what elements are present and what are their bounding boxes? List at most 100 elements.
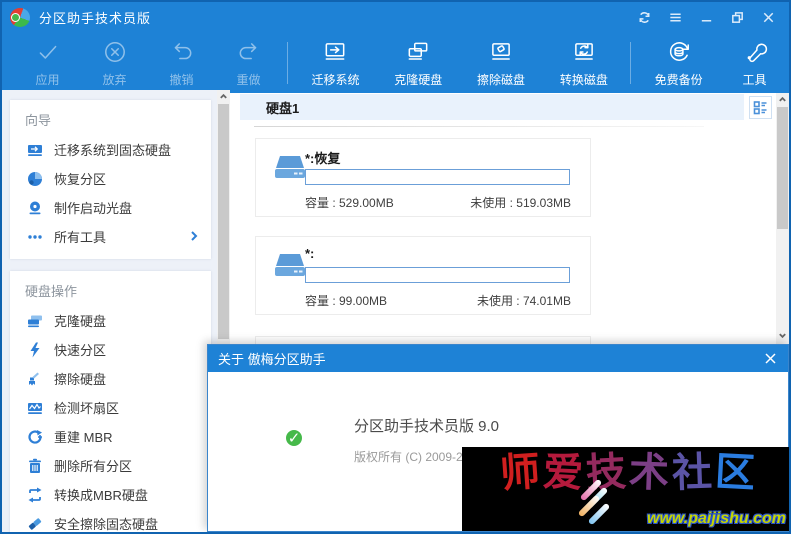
secure-erase-icon — [27, 516, 43, 532]
bad-sector-icon — [27, 400, 43, 416]
dialog-title: 关于 傲梅分区助手 — [218, 349, 326, 368]
wipe-disk-button[interactable]: 擦除磁盘 — [460, 34, 543, 88]
window-controls — [636, 9, 781, 26]
sidebar-item-label: 安全擦除固态硬盘 — [54, 514, 158, 533]
wipe-disk-label: 擦除磁盘 — [477, 71, 525, 88]
scrollbar-thumb[interactable] — [777, 107, 788, 229]
convert-disk-button[interactable]: 转换磁盘 — [542, 34, 625, 88]
apply-button[interactable]: 应用 — [14, 34, 81, 88]
boot-disc-icon — [27, 200, 43, 216]
clone-disk-icon — [405, 39, 431, 68]
migrate-system-disk-icon — [322, 39, 348, 68]
discard-label: 放弃 — [103, 71, 127, 88]
sidebar-item-migrate-ssd[interactable]: 迁移系统到固态硬盘 — [10, 135, 211, 164]
minimize-icon[interactable] — [698, 9, 715, 26]
sidebar-item-clone-disk[interactable]: 克隆硬盘 — [10, 306, 211, 335]
clone-disk-icon — [27, 313, 43, 329]
partition-card[interactable]: *: 容量 : 99.00MB 未使用 : 74.01MB — [255, 236, 591, 315]
sidebar-item-delete-all-partitions[interactable]: 删除所有分区 — [10, 451, 211, 480]
scroll-up-arrow[interactable] — [217, 90, 230, 103]
app-logo-icon — [10, 8, 30, 27]
redo-button[interactable]: 重做 — [215, 34, 282, 88]
chevron-right-icon — [188, 230, 200, 242]
convert-disk-label: 转换磁盘 — [560, 71, 608, 88]
toolbar-separator — [630, 42, 631, 84]
migrate-system-button[interactable]: 迁移系统 — [294, 34, 377, 88]
migrate-ssd-icon — [27, 142, 43, 158]
discard-button[interactable]: 放弃 — [81, 34, 148, 88]
disk-header: 硬盘1 — [240, 94, 744, 120]
scroll-up-arrow[interactable] — [776, 93, 789, 106]
watermark-char: 社 — [671, 450, 713, 495]
sidebar-item-label: 快速分区 — [54, 340, 106, 359]
logo-check-badge: ✓ — [283, 427, 305, 449]
sidebar-item-label: 制作启动光盘 — [54, 198, 132, 217]
partition-unused: 未使用 : 74.01MB — [477, 292, 571, 309]
sidebar-item-rebuild-mbr[interactable]: 重建 MBR — [10, 422, 211, 451]
partition-capacity: 容量 : 99.00MB — [305, 292, 387, 309]
watermark-char: 术 — [628, 450, 670, 495]
watermark-url: www.paijishu.com — [647, 510, 786, 528]
sidebar-item-label: 迁移系统到固态硬盘 — [54, 140, 171, 159]
sidebar-item-check-bad-sectors[interactable]: 检测坏扇区 — [10, 393, 211, 422]
lightning-icon — [27, 342, 43, 358]
sidebar-section-wizard: 向导 迁移系统到固态硬盘 恢复分区 制作启动光盘 所有工具 — [10, 100, 211, 259]
partition-usage-bar — [305, 169, 570, 185]
view-toggle-button[interactable] — [749, 96, 772, 119]
convert-arrows-icon — [27, 487, 43, 503]
apply-label: 应用 — [36, 71, 60, 88]
dialog-close-icon[interactable] — [762, 351, 778, 367]
convert-disk-icon — [571, 39, 597, 68]
partition-usage-bar — [305, 267, 570, 283]
toolbar: 应用 放弃 撤销 重做 迁移系统 克隆硬盘 擦除磁盘 转换磁盘 — [2, 32, 789, 90]
tools-label: 工具 — [743, 71, 767, 88]
tools-button[interactable]: 工具 — [720, 34, 789, 88]
rebuild-mbr-icon — [27, 429, 43, 445]
sidebar-item-convert-to-mbr[interactable]: 转换成MBR硬盘 — [10, 480, 211, 509]
sidebar-item-secure-erase-ssd[interactable]: 安全擦除固态硬盘 — [10, 509, 211, 534]
refresh-icon[interactable] — [636, 9, 653, 26]
clone-disk-button[interactable]: 克隆硬盘 — [377, 34, 460, 88]
app-window: 分区助手技术员版 应用 放弃 — [0, 0, 791, 534]
sidebar-item-label: 擦除硬盘 — [54, 369, 106, 388]
product-logo-icon: ✓ — [282, 416, 338, 468]
sidebar-item-quick-partition[interactable]: 快速分区 — [10, 335, 211, 364]
free-backup-label: 免费备份 — [655, 71, 703, 88]
free-backup-button[interactable]: 免费备份 — [637, 34, 720, 88]
scroll-down-arrow[interactable] — [776, 329, 789, 342]
sidebar-item-wipe-disk[interactable]: 擦除硬盘 — [10, 364, 211, 393]
sidebar-item-boot-disc[interactable]: 制作启动光盘 — [10, 193, 211, 222]
partition-captions: 容量 : 99.00MB 未使用 : 74.01MB — [305, 292, 571, 309]
discard-circle-x-icon — [102, 39, 128, 68]
sidebar-item-recover-partition[interactable]: 恢复分区 — [10, 164, 211, 193]
sidebar: 向导 迁移系统到固态硬盘 恢复分区 制作启动光盘 所有工具 — [2, 90, 217, 532]
logo-check-badge — [11, 13, 20, 22]
restore-icon[interactable] — [729, 9, 746, 26]
sidebar-item-all-tools[interactable]: 所有工具 — [10, 222, 211, 251]
watermark-text: 师 爱 技 术 社 区 — [462, 447, 791, 495]
sidebar-section-disk-ops: 硬盘操作 克隆硬盘 快速分区 擦除硬盘 检测坏扇区 — [10, 271, 211, 534]
watermark-overlay: 师 爱 技 术 社 区 www.paijishu.com — [462, 447, 791, 531]
titlebar: 分区助手技术员版 — [2, 2, 789, 32]
apply-check-icon — [35, 39, 61, 68]
sidebar-item-label: 所有工具 — [54, 227, 106, 246]
toolbar-separator — [287, 42, 288, 84]
disk-drive-icon — [273, 253, 307, 281]
watermark-char: 区 — [713, 450, 755, 496]
close-icon[interactable] — [760, 9, 777, 26]
sidebar-item-label: 重建 MBR — [54, 427, 113, 446]
sidebar-item-label: 检测坏扇区 — [54, 398, 119, 417]
sidebar-item-label: 恢复分区 — [54, 169, 106, 188]
dialog-titlebar: 关于 傲梅分区助手 — [208, 345, 788, 372]
partition-name: *:恢复 — [305, 148, 340, 167]
brush-icon — [27, 371, 43, 387]
section-title: 向导 — [10, 104, 211, 135]
recover-partition-icon — [27, 171, 43, 187]
partition-card[interactable]: *:恢复 容量 : 529.00MB 未使用 : 519.03MB — [255, 138, 591, 217]
menu-icon[interactable] — [667, 9, 684, 26]
scrollbar-thumb[interactable] — [218, 104, 229, 339]
header-divider — [254, 126, 704, 127]
redo-label: 重做 — [237, 71, 261, 88]
undo-icon — [169, 39, 195, 68]
undo-button[interactable]: 撤销 — [148, 34, 215, 88]
